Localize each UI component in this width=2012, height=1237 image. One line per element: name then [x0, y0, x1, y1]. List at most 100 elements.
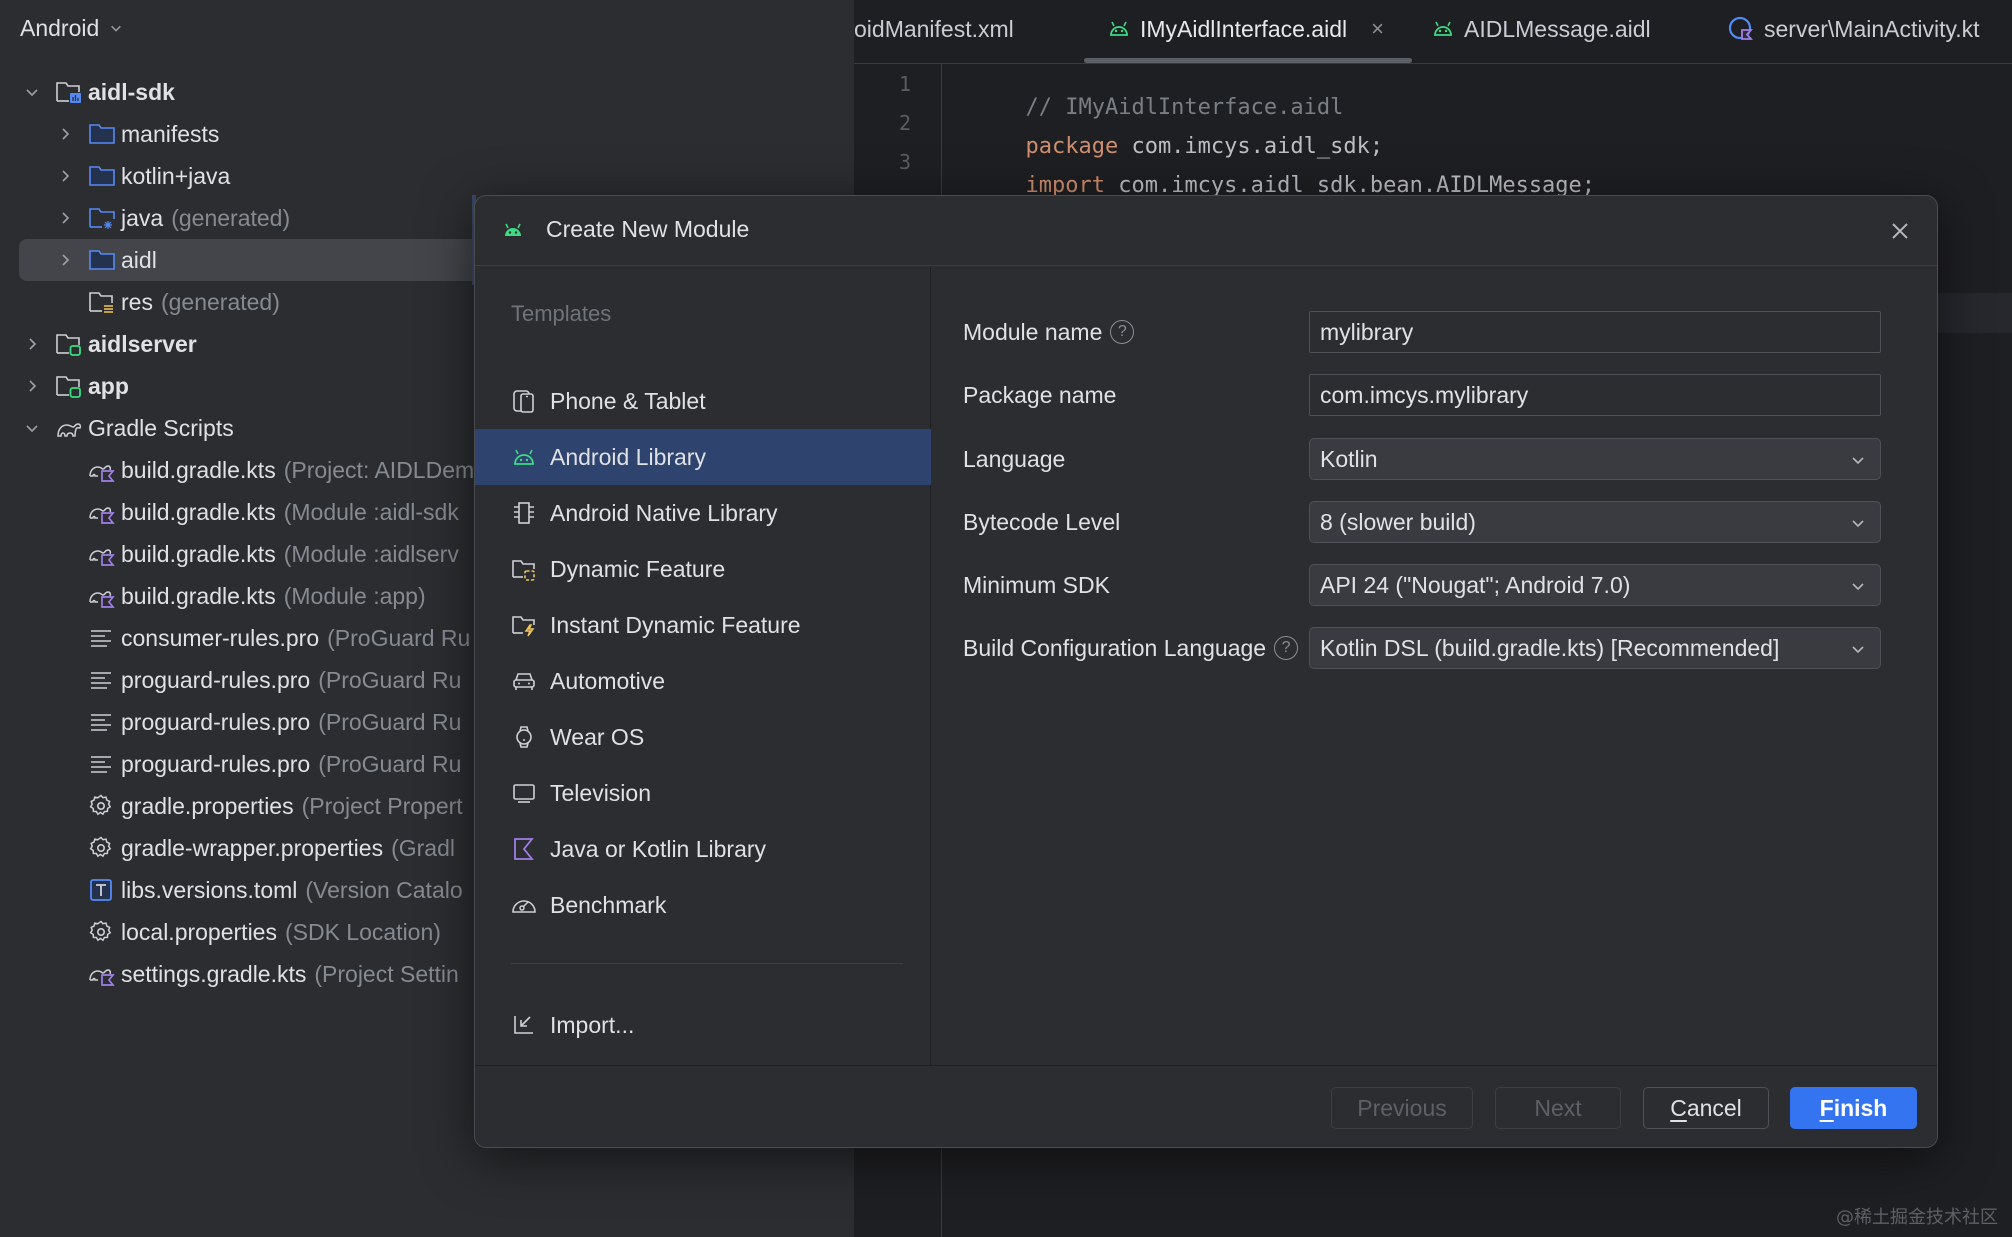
template-dynamic-feature[interactable]: Dynamic Feature: [475, 541, 931, 597]
instant-feature-icon: [512, 616, 535, 637]
bytecode-level-label: Bytecode Level: [963, 508, 1121, 535]
car-icon: [513, 673, 535, 690]
file-hint: (Project Settin: [314, 960, 459, 987]
tree-item[interactable]: aidl-sdk: [0, 71, 854, 113]
package-name-input[interactable]: [1320, 381, 1880, 409]
chevron-down-icon: [1852, 457, 1864, 465]
tree-item-label: proguard-rules.pro (ProGuard Ru: [121, 751, 461, 778]
tree-item[interactable]: kotlin+java: [0, 155, 854, 197]
tab-server-mainactivity[interactable]: server\MainActivity.kt: [1728, 0, 1980, 58]
folder-icon: [89, 250, 115, 270]
help-icon[interactable]: ?: [1110, 320, 1135, 344]
file-hint: (Project: AIDLDem: [283, 456, 475, 483]
import-icon: [514, 1016, 533, 1034]
tree-item-label: local.properties (SDK Location): [121, 919, 441, 946]
android-icon: [1434, 21, 1452, 36]
file-hint: (ProGuard Ru: [318, 666, 462, 693]
kotlin-class-icon: [1728, 16, 1754, 40]
chevron-right-icon[interactable]: [57, 168, 73, 184]
tree-item[interactable]: manifests: [0, 113, 854, 155]
gradle-kts-icon: [89, 549, 115, 566]
tab-imyaidlinterface[interactable]: IMyAidlInterface.aidl ×: [1108, 0, 1384, 58]
tree-item-label: build.gradle.kts (Module :aidl-sdk: [121, 499, 459, 526]
template-benchmark[interactable]: Benchmark: [475, 877, 931, 933]
file-name: libs.versions.toml: [121, 876, 298, 903]
tree-item-label: kotlin+java: [121, 163, 230, 190]
close-tab-icon[interactable]: ×: [1371, 16, 1384, 42]
file-name: build.gradle.kts: [121, 540, 276, 567]
file-hint: (Version Catalo: [305, 876, 463, 903]
gradle-kts-icon: [89, 507, 115, 524]
template-label: Phone & Tablet: [550, 387, 706, 414]
previous-button[interactable]: Previous: [1331, 1087, 1473, 1129]
tree-item-label: manifests: [121, 121, 219, 148]
file-name: aidl-sdk: [88, 78, 175, 105]
template-instant-dynamic-feature[interactable]: Instant Dynamic Feature: [475, 597, 931, 653]
module-name-input[interactable]: [1320, 318, 1880, 346]
cancel-button[interactable]: Cancel: [1643, 1087, 1769, 1129]
tree-item-label: res (generated): [121, 289, 280, 316]
native-library-icon: [514, 502, 534, 524]
close-icon[interactable]: [1885, 216, 1915, 246]
tree-item-label: proguard-rules.pro (ProGuard Ru: [121, 667, 461, 694]
file-hint: (generated): [160, 288, 280, 315]
template-android-native-library[interactable]: Android Native Library: [475, 485, 931, 541]
templates-pane: Templates Phone & Tablet Android Library…: [475, 267, 931, 1067]
module-name-row: Module name ?: [932, 311, 1937, 353]
tv-icon: [513, 784, 535, 803]
finish-button[interactable]: Finish: [1790, 1087, 1917, 1129]
template-label: Wear OS: [550, 723, 645, 750]
tree-item-label: gradle.properties (Project Propert: [121, 793, 463, 820]
chevron-down-icon: [1852, 646, 1864, 654]
tree-item-label: aidl: [121, 247, 157, 274]
folder-icon: [89, 166, 115, 186]
template-wear-os[interactable]: Wear OS: [475, 709, 931, 765]
template-television[interactable]: Television: [475, 765, 931, 821]
file-name: Gradle Scripts: [88, 414, 234, 441]
project-view-selector[interactable]: Android: [20, 10, 123, 46]
import-module-button[interactable]: Import...: [475, 997, 931, 1053]
minimum-sdk-label: Minimum SDK: [963, 571, 1110, 598]
template-phone-tablet[interactable]: Phone & Tablet: [475, 373, 931, 429]
chevron-right-icon[interactable]: [24, 336, 40, 352]
chevron-down-icon: [111, 25, 122, 32]
tab-label: oidManifest.xml: [854, 15, 1014, 42]
project-view-label: Android: [20, 14, 100, 41]
chevron-right-icon[interactable]: [57, 252, 73, 268]
bytecode-level-select[interactable]: 8 (slower build): [1309, 501, 1881, 543]
language-select[interactable]: Kotlin: [1309, 438, 1881, 480]
minimum-sdk-row: Minimum SDK API 24 ("Nougat"; Android 7.…: [932, 564, 1937, 606]
template-java-kotlin-library[interactable]: Java or Kotlin Library: [475, 821, 931, 877]
bytecode-level-row: Bytecode Level 8 (slower build): [932, 501, 1937, 543]
file-name: java: [121, 204, 164, 231]
build-config-language-select[interactable]: Kotlin DSL (build.gradle.kts) [Recommend…: [1309, 627, 1881, 669]
text-file-icon: [91, 672, 111, 689]
tree-item-label: build.gradle.kts (Module :aidlserv: [121, 541, 459, 568]
templates-heading: Templates: [511, 301, 612, 326]
watermark: @稀土掘金技术社区: [1836, 1207, 1998, 1228]
tab-android-manifest[interactable]: oidManifest.xml: [854, 0, 1014, 58]
template-automotive[interactable]: Automotive: [475, 653, 931, 709]
next-button[interactable]: Next: [1495, 1087, 1621, 1129]
gradle-kts-icon: [89, 969, 115, 986]
package-name-field[interactable]: [1309, 374, 1881, 416]
chevron-right-icon[interactable]: [57, 210, 73, 226]
language-row: Language Kotlin: [932, 438, 1937, 480]
module-name-field[interactable]: [1309, 311, 1881, 353]
settings-file-icon: [89, 836, 112, 858]
tab-label: server\MainActivity.kt: [1764, 15, 1980, 42]
template-android-library[interactable]: Android Library: [475, 429, 931, 485]
android-icon: [514, 449, 534, 465]
tab-aidlmessage[interactable]: AIDLMessage.aidl: [1432, 0, 1651, 58]
help-icon[interactable]: ?: [1274, 636, 1299, 660]
chevron-down-icon[interactable]: [24, 84, 40, 100]
chevron-down-icon[interactable]: [24, 420, 40, 436]
chevron-right-icon[interactable]: [24, 378, 40, 394]
active-tab-indicator: [1084, 58, 1412, 63]
tree-item-label: Gradle Scripts: [88, 415, 234, 442]
tab-label: IMyAidlInterface.aidl: [1140, 15, 1348, 42]
chevron-right-icon[interactable]: [57, 126, 73, 142]
minimum-sdk-select[interactable]: API 24 ("Nougat"; Android 7.0): [1309, 564, 1881, 606]
settings-file-icon: [89, 794, 112, 816]
settings-file-icon: [89, 920, 112, 942]
